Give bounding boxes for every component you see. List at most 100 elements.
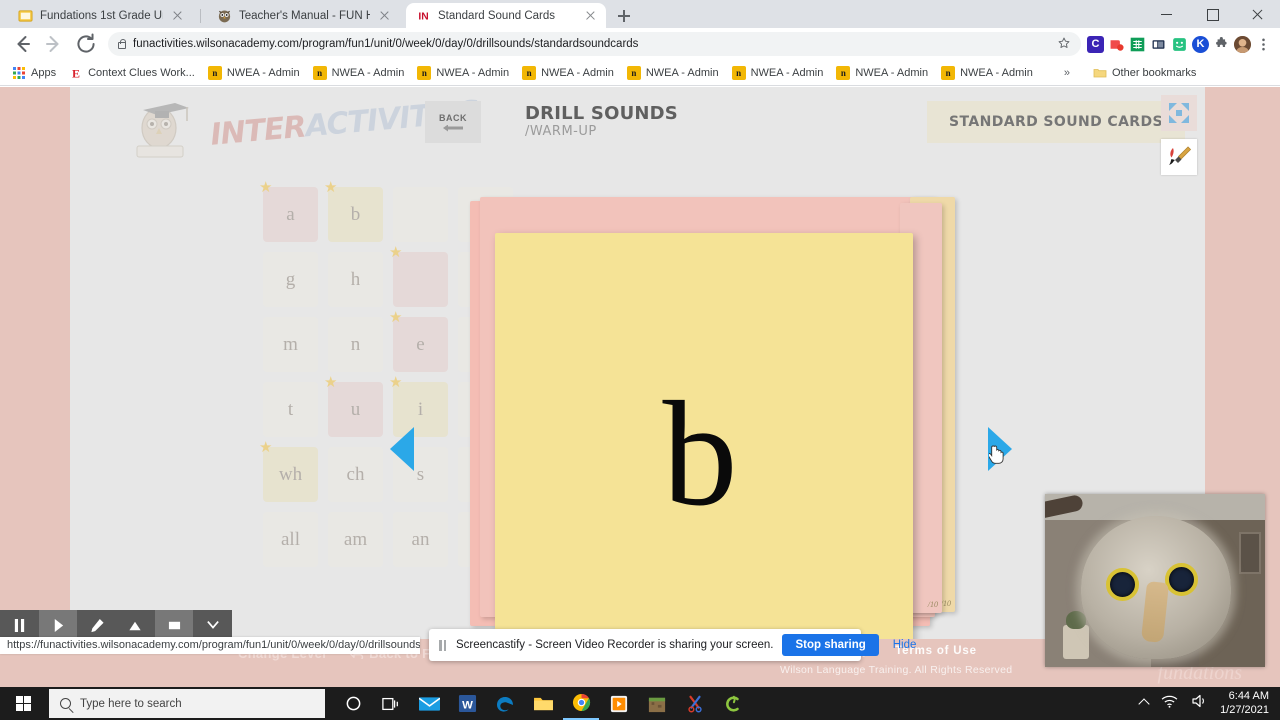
picture-frame — [1239, 532, 1261, 574]
bookmark-apps[interactable]: Apps — [7, 63, 61, 83]
cortana-icon[interactable] — [335, 687, 371, 720]
tile-label: an — [411, 528, 430, 550]
bookmark-nwea-6[interactable]: n NWEA - Admin — [831, 63, 933, 83]
tab-title: Teacher's Manual - FUN HUB™ — [239, 9, 370, 22]
volume-icon[interactable] — [1191, 694, 1207, 713]
folder-icon — [18, 8, 33, 23]
minecraft-icon[interactable] — [639, 687, 675, 720]
clever-extension-icon[interactable]: C — [1087, 35, 1104, 53]
bookmark-nwea-4[interactable]: n NWEA - Admin — [622, 63, 724, 83]
maximize-icon[interactable] — [1190, 0, 1235, 28]
crop-button[interactable] — [154, 610, 194, 640]
letter-tile[interactable]: an — [393, 512, 448, 567]
media-player-icon[interactable] — [601, 687, 637, 720]
kami-extension-icon[interactable]: K — [1192, 35, 1209, 53]
other-bookmarks-folder[interactable]: Other bookmarks — [1088, 63, 1201, 83]
letter-tile[interactable]: ★ wh — [259, 441, 318, 502]
mail-icon[interactable] — [411, 687, 447, 720]
mouse-cursor-pointer — [987, 445, 1005, 465]
clock-time: 6:44 AM — [1228, 689, 1269, 702]
card-edge-counter: /10 — [940, 599, 951, 608]
screen-capture-extension-icon[interactable] — [1150, 35, 1167, 53]
word-icon[interactable]: W — [449, 687, 485, 720]
reload-icon[interactable] — [72, 30, 100, 58]
minimize-icon[interactable] — [1145, 0, 1190, 28]
forward-arrow-icon[interactable] — [40, 30, 68, 58]
bookmark-nwea-1[interactable]: n NWEA - Admin — [308, 63, 410, 83]
letter-tile[interactable]: g — [263, 252, 318, 307]
close-icon[interactable] — [377, 8, 392, 23]
letter-tile[interactable]: ★ — [389, 246, 448, 307]
hide-button[interactable]: Hide — [888, 639, 922, 651]
bookmark-nwea-7[interactable]: n NWEA - Admin — [936, 63, 1038, 83]
screencastify-extension-icon[interactable] — [1108, 35, 1125, 53]
svg-text:E: E — [72, 66, 80, 80]
letter-tile[interactable]: ★ e — [389, 311, 448, 372]
play-button[interactable] — [38, 610, 78, 640]
classroom-extension-icon[interactable] — [1171, 35, 1188, 53]
tile-label: g — [285, 268, 296, 290]
close-icon[interactable] — [583, 8, 598, 23]
letter-tile[interactable]: m — [263, 317, 318, 372]
close-button[interactable] — [193, 610, 233, 640]
card-edge-counter: /10 — [927, 600, 938, 609]
letter-tile[interactable]: n — [328, 317, 383, 372]
browser-tab-1[interactable]: Teacher's Manual - FUN HUB™ — [207, 3, 400, 28]
taskbar-clock[interactable]: 6:44 AM 1/27/2021 — [1220, 690, 1269, 718]
new-tab-button[interactable] — [613, 5, 635, 27]
bookmark-nwea-2[interactable]: n NWEA - Admin — [412, 63, 514, 83]
owl-icon — [217, 8, 232, 23]
three-dot-menu-icon[interactable] — [1255, 36, 1272, 53]
google-sheets-extension-icon[interactable] — [1129, 35, 1146, 53]
pause-button[interactable] — [0, 610, 39, 640]
close-icon[interactable] — [1235, 0, 1280, 28]
close-icon[interactable] — [170, 8, 185, 23]
star-icon: ★ — [324, 375, 338, 391]
bookmark-nwea-0[interactable]: n NWEA - Admin — [203, 63, 305, 83]
puzzle-extension-icon[interactable] — [1213, 36, 1230, 53]
edge-icon[interactable] — [487, 687, 523, 720]
browser-tab-2[interactable]: IN Standard Sound Cards — [406, 3, 606, 28]
snipping-tool-icon[interactable] — [677, 687, 713, 720]
activity-tools — [1161, 95, 1197, 183]
wifi-icon[interactable] — [1161, 695, 1178, 713]
bookmarks-overflow-button[interactable]: » — [1059, 64, 1075, 82]
letter-tile[interactable]: ★ a — [259, 181, 318, 242]
letter-tile[interactable]: am — [328, 512, 383, 567]
letter-tile[interactable]: all — [263, 512, 318, 567]
letter-tile[interactable]: ★ u — [324, 376, 383, 437]
task-view-icon[interactable] — [373, 687, 409, 720]
bookmark-label: NWEA - Admin — [750, 66, 824, 79]
previous-card-button[interactable] — [390, 427, 414, 471]
bookmark-context-clues[interactable]: E Context Clues Work... — [64, 63, 200, 83]
active-sound-card[interactable]: b 3 of 10 — [495, 233, 913, 681]
bookmark-nwea-3[interactable]: n NWEA - Admin — [517, 63, 619, 83]
file-explorer-icon[interactable] — [525, 687, 561, 720]
tile-label: wh — [278, 463, 303, 485]
show-hidden-icons-button[interactable] — [1138, 697, 1150, 710]
taskbar-search-input[interactable]: Type here to search — [49, 689, 325, 718]
bookmark-star-icon[interactable] — [1057, 36, 1071, 53]
chrome-icon[interactable] — [563, 687, 599, 720]
back-arrow-icon[interactable] — [8, 30, 36, 58]
system-tray: 6:44 AM 1/27/2021 — [1138, 690, 1280, 718]
address-bar[interactable]: funactivities.wilsonacademy.com/program/… — [108, 32, 1081, 56]
browser-tab-0[interactable]: Fundations 1st Grade Unit 6 Wee — [8, 3, 193, 28]
paintbrush-button[interactable] — [1161, 139, 1197, 175]
letter-tile[interactable]: h — [328, 252, 383, 307]
letter-tile[interactable]: ch — [328, 447, 383, 502]
webcam-overlay[interactable] — [1045, 494, 1265, 667]
eraser-button[interactable] — [116, 610, 155, 640]
back-button[interactable]: BACK — [425, 101, 481, 143]
letter-tile[interactable] — [393, 187, 448, 242]
pen-button[interactable] — [77, 610, 117, 640]
letter-tile[interactable]: t — [263, 382, 318, 437]
camtasia-icon[interactable] — [715, 687, 751, 720]
fullscreen-expand-button[interactable] — [1161, 95, 1197, 131]
avatar-icon[interactable] — [1234, 35, 1251, 53]
bookmark-nwea-5[interactable]: n NWEA - Admin — [727, 63, 829, 83]
letter-tile[interactable]: ★ b — [324, 181, 383, 242]
bookmark-label: NWEA - Admin — [855, 66, 929, 79]
windows-start-button[interactable] — [0, 687, 47, 720]
stop-sharing-button[interactable]: Stop sharing — [782, 634, 879, 656]
